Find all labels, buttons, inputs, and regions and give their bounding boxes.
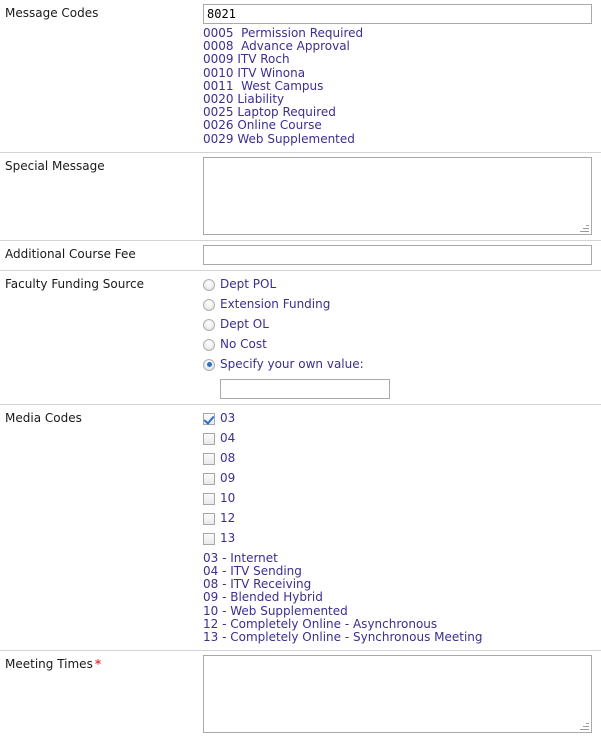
checkbox-label: 10 bbox=[220, 491, 236, 506]
checkbox-option-10[interactable]: 10 bbox=[203, 489, 592, 509]
checkbox-option-04[interactable]: 04 bbox=[203, 429, 592, 449]
media-code-item: 10 - Web Supplemented bbox=[203, 603, 348, 618]
message-code-item: 0009 ITV Roch bbox=[203, 52, 290, 67]
label-message-codes: Message Codes bbox=[0, 0, 203, 25]
label-meeting-times: Meeting Times * bbox=[0, 651, 203, 676]
radio-label: Specify your own value: bbox=[220, 357, 364, 372]
control-special-message bbox=[203, 153, 601, 240]
radio-icon[interactable] bbox=[203, 318, 215, 331]
label-meeting-times-text: Meeting Times bbox=[5, 657, 93, 672]
label-faculty-funding-source: Faculty Funding Source bbox=[0, 271, 203, 296]
message-code-item: 0026 Online Course bbox=[203, 118, 322, 133]
checkbox-label: 12 bbox=[220, 511, 236, 526]
meeting-times-textarea-wrap[interactable] bbox=[203, 655, 592, 734]
control-faculty-funding-source: Dept POL Extension Funding Dept OL No Co… bbox=[203, 271, 601, 404]
additional-course-fee-input[interactable] bbox=[203, 244, 592, 265]
label-media-codes: Media Codes bbox=[0, 405, 203, 430]
label-faculty-funding-source-text: Faculty Funding Source bbox=[5, 276, 144, 291]
media-code-item: 09 - Blended Hybrid bbox=[203, 590, 323, 605]
checkbox-icon[interactable] bbox=[203, 432, 215, 445]
checkbox-icon[interactable] bbox=[203, 492, 215, 505]
message-code-item: 0010 ITV Winona bbox=[203, 65, 306, 80]
label-media-codes-text: Media Codes bbox=[5, 410, 82, 425]
checkbox-icon[interactable] bbox=[203, 532, 215, 545]
checkbox-icon[interactable] bbox=[203, 472, 215, 485]
control-message-codes: 0005 Permission Required 0008 Advance Ap… bbox=[203, 0, 601, 152]
special-message-textarea[interactable] bbox=[204, 157, 591, 234]
required-marker: * bbox=[94, 657, 102, 672]
message-code-item: 0029 Web Supplemented bbox=[203, 131, 355, 146]
radio-option-specify-own-value[interactable]: Specify your own value: bbox=[203, 355, 592, 375]
special-message-textarea-wrap[interactable] bbox=[203, 156, 592, 235]
resize-grip-icon[interactable] bbox=[579, 222, 590, 233]
radio-icon[interactable] bbox=[203, 278, 215, 291]
checkbox-option-08[interactable]: 08 bbox=[203, 449, 592, 469]
label-special-message-text: Special Message bbox=[5, 158, 105, 173]
control-meeting-times bbox=[203, 651, 601, 738]
checkbox-label: 13 bbox=[220, 531, 236, 546]
radio-label: No Cost bbox=[220, 337, 267, 352]
checkbox-option-13[interactable]: 13 bbox=[203, 529, 592, 549]
control-media-codes: 03 04 08 09 10 12 13 03 - Internet 04 - … bbox=[203, 405, 601, 650]
form-row-message-codes: Message Codes 0005 Permission Required 0… bbox=[0, 0, 601, 152]
message-codes-legend: 0005 Permission Required 0008 Advance Ap… bbox=[203, 26, 592, 146]
label-additional-course-fee: Additional Course Fee bbox=[0, 241, 203, 266]
checkbox-option-12[interactable]: 12 bbox=[203, 509, 592, 529]
resize-grip-icon[interactable] bbox=[579, 720, 590, 731]
radio-label: Dept OL bbox=[220, 317, 269, 332]
checkbox-option-09[interactable]: 09 bbox=[203, 469, 592, 489]
media-code-item: 13 - Completely Online - Synchronous Mee… bbox=[203, 630, 483, 645]
checkbox-icon[interactable] bbox=[203, 452, 215, 465]
own-value-wrap bbox=[203, 375, 592, 399]
label-message-codes-text: Message Codes bbox=[5, 6, 99, 20]
radio-option-extension-funding[interactable]: Extension Funding bbox=[203, 295, 592, 315]
label-special-message: Special Message bbox=[0, 153, 203, 178]
checkbox-label: 08 bbox=[220, 451, 236, 466]
message-codes-input[interactable] bbox=[203, 4, 592, 24]
checkbox-option-03[interactable]: 03 bbox=[203, 409, 592, 429]
radio-icon[interactable] bbox=[203, 298, 215, 311]
checkbox-label: 09 bbox=[220, 471, 236, 486]
radio-option-dept-ol[interactable]: Dept OL bbox=[203, 315, 592, 335]
media-codes-legend: 03 - Internet 04 - ITV Sending 08 - ITV … bbox=[203, 551, 592, 645]
checkbox-label: 03 bbox=[220, 411, 236, 426]
checkbox-label: 04 bbox=[220, 431, 236, 446]
radio-option-dept-pol[interactable]: Dept POL bbox=[203, 275, 592, 295]
checkbox-icon[interactable] bbox=[203, 512, 215, 525]
radio-icon[interactable] bbox=[203, 338, 215, 351]
form-row-faculty-funding-source: Faculty Funding Source Dept POL Extensio… bbox=[0, 269, 601, 404]
form-row-special-message: Special Message bbox=[0, 151, 601, 240]
form-row-meeting-times: Meeting Times * bbox=[0, 650, 601, 738]
radio-option-no-cost[interactable]: No Cost bbox=[203, 335, 592, 355]
meeting-times-textarea[interactable] bbox=[204, 656, 591, 733]
radio-label: Extension Funding bbox=[220, 297, 331, 312]
radio-icon-selected[interactable] bbox=[203, 358, 215, 371]
faculty-funding-own-value-input[interactable] bbox=[220, 378, 390, 399]
radio-label: Dept POL bbox=[220, 277, 277, 292]
form-row-media-codes: Media Codes 03 04 08 09 10 12 13 03 - In… bbox=[0, 403, 601, 650]
course-detail-form: Message Codes 0005 Permission Required 0… bbox=[0, 0, 601, 738]
control-additional-course-fee bbox=[203, 241, 601, 270]
label-additional-course-fee-text: Additional Course Fee bbox=[5, 246, 136, 261]
checkbox-icon-checked[interactable] bbox=[203, 412, 215, 425]
form-row-additional-course-fee: Additional Course Fee bbox=[0, 239, 601, 270]
